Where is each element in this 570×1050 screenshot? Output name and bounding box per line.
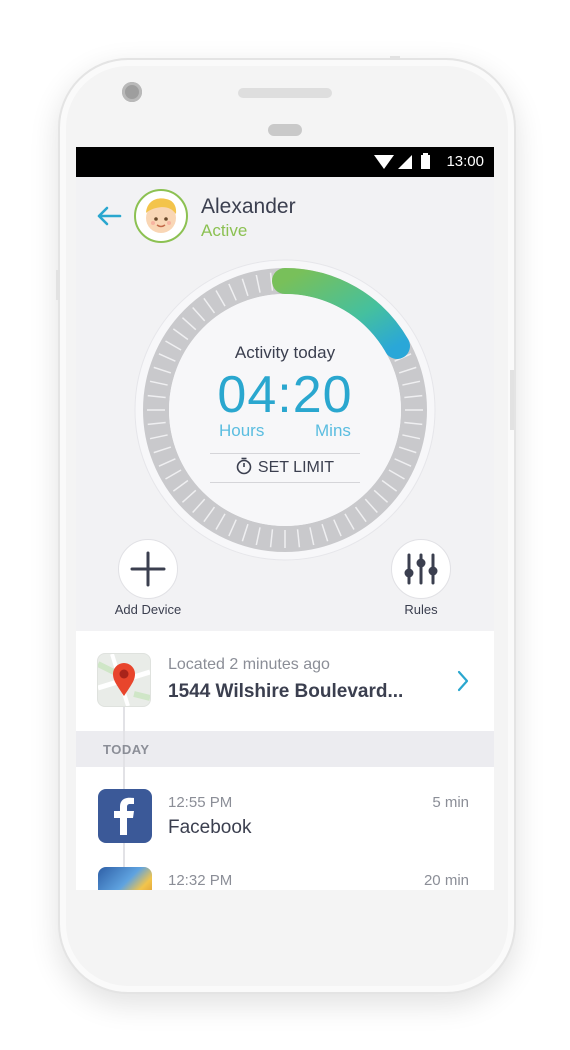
timer-icon <box>236 457 252 475</box>
facebook-icon <box>98 789 152 843</box>
app-usage-time: 12:55 PM <box>168 794 233 811</box>
rules-button[interactable] <box>391 539 451 599</box>
signal-icon <box>398 155 412 169</box>
back-arrow-icon <box>97 206 122 226</box>
phone-top-button <box>390 56 400 60</box>
wifi-icon <box>374 155 394 169</box>
avatar[interactable] <box>134 189 188 243</box>
phone-side-button <box>510 370 514 430</box>
back-button[interactable] <box>96 205 122 232</box>
set-limit-label: SET LIMIT <box>257 459 335 476</box>
sliders-icon <box>404 553 438 585</box>
timeline-connector <box>123 707 125 731</box>
hours-label: Hours <box>219 421 265 440</box>
app-usage-list: 12:55 PM 5 min Facebook 12:32 PM 20 min <box>76 767 494 890</box>
location-address: 1544 Wilshire Boulevard... <box>168 681 404 702</box>
earpiece-speaker <box>238 88 332 98</box>
game-app-icon <box>98 867 152 890</box>
today-label: TODAY <box>103 742 150 757</box>
child-name: Alexander <box>201 195 296 218</box>
add-device-button[interactable] <box>118 539 178 599</box>
map-pin-icon <box>98 654 150 706</box>
today-section-header: TODAY <box>76 731 494 767</box>
add-device-label: Add Device <box>114 602 182 617</box>
set-limit-button[interactable]: SET LIMIT <box>210 453 360 483</box>
child-avatar-icon <box>146 198 177 233</box>
status-icons <box>374 153 436 176</box>
activity-title: Activity today <box>234 343 336 362</box>
proximity-sensor <box>268 124 302 136</box>
chevron-right-icon[interactable] <box>456 669 470 698</box>
front-camera <box>122 82 142 102</box>
plus-icon <box>130 551 166 587</box>
status-time: 13:00 <box>446 153 484 170</box>
app-usage-time: 12:32 PM <box>168 872 233 889</box>
location-row[interactable]: Located 2 minutes ago 1544 Wilshire Boul… <box>76 631 494 731</box>
mins-label: Mins <box>315 421 351 440</box>
profile-header: Alexander Active <box>76 177 494 257</box>
app-usage-duration: 5 min <box>432 794 469 811</box>
child-status: Active <box>201 221 248 240</box>
rules-label: Rules <box>404 602 438 617</box>
activity-time: 04:20 <box>217 366 353 424</box>
app-name: Facebook <box>168 817 252 838</box>
location-subtitle: Located 2 minutes ago <box>168 656 330 673</box>
phone-side-button <box>56 270 60 300</box>
app-usage-duration: 20 min <box>423 872 469 889</box>
app-screen: 13:00 Alexander Active Activity today 04… <box>76 147 494 890</box>
status-bar: 13:00 <box>76 147 494 177</box>
battery-icon <box>421 153 430 169</box>
map-thumbnail <box>97 653 151 707</box>
